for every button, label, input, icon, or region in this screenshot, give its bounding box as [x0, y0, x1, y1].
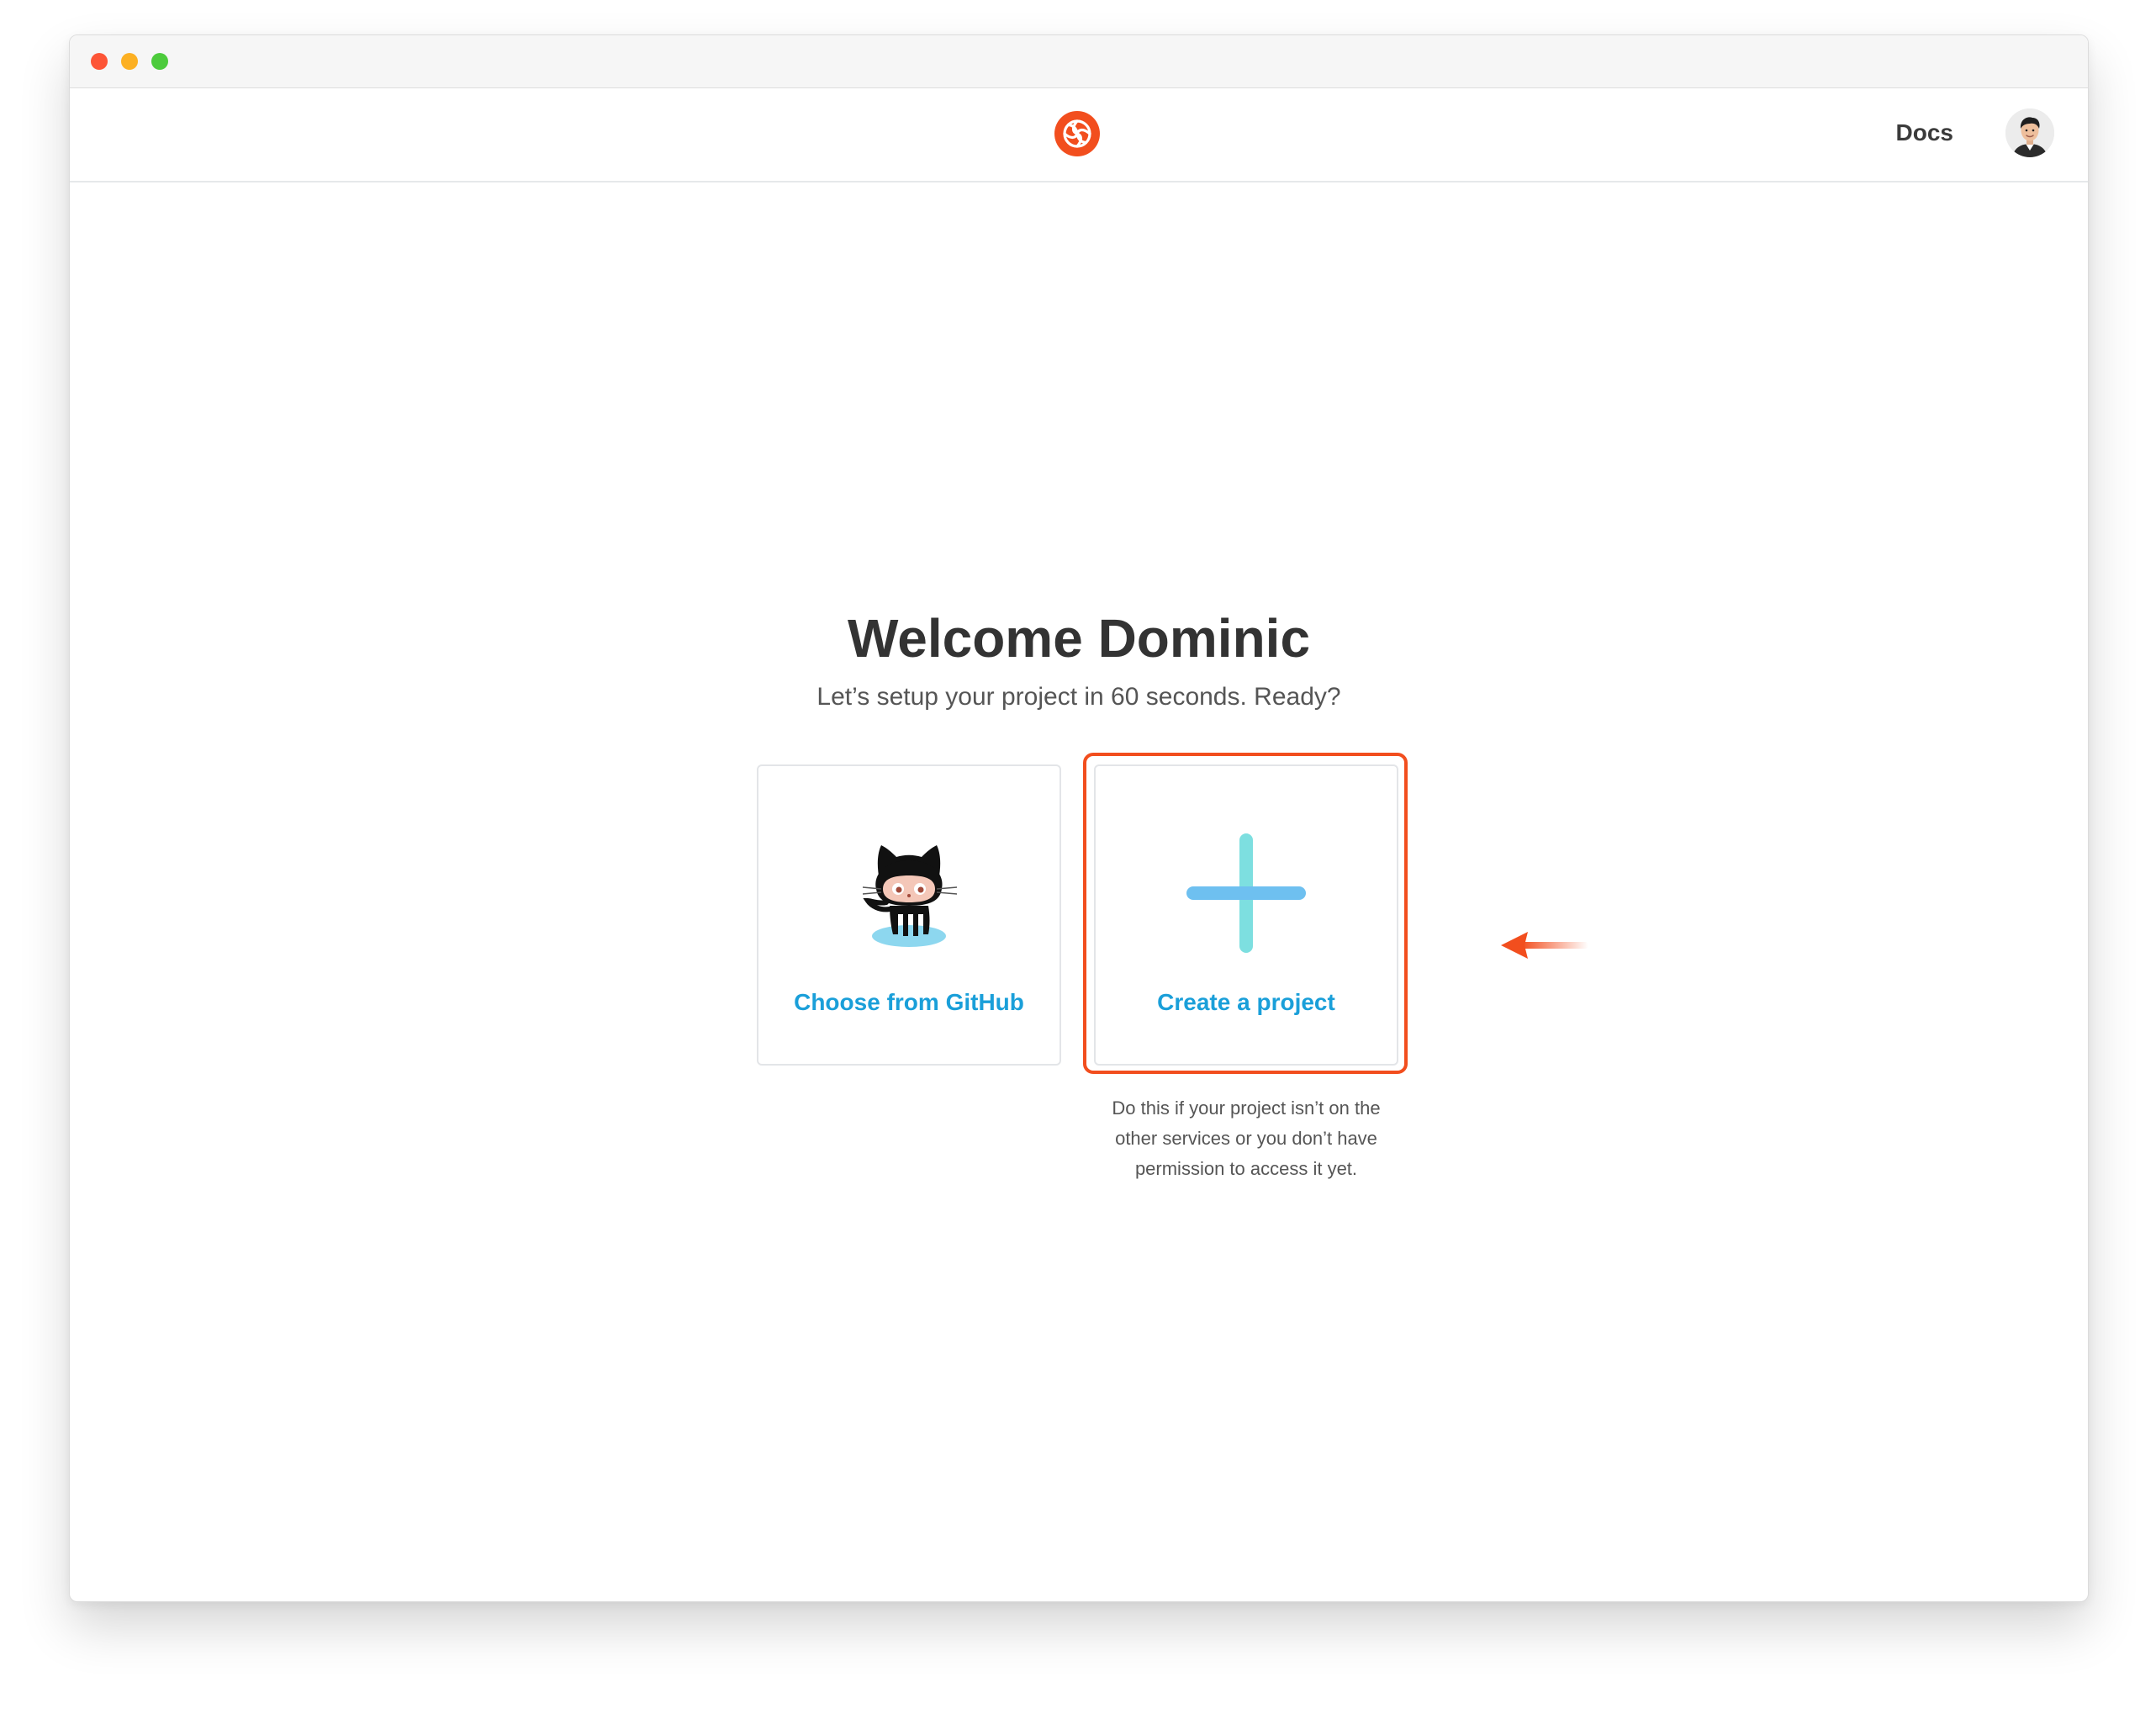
welcome-title: Welcome Dominic: [847, 608, 1311, 669]
minimize-window-button[interactable]: [121, 53, 138, 70]
choose-from-github-card[interactable]: Choose from GitHub: [757, 764, 1061, 1066]
create-project-helper-text: Do this if your project isn’t on the oth…: [1112, 1098, 1381, 1179]
plus-icon: [1186, 833, 1306, 953]
maximize-window-button[interactable]: [151, 53, 168, 70]
choose-from-github-label: Choose from GitHub: [794, 989, 1024, 1015]
app-header: Docs: [70, 88, 2088, 182]
octocat-icon: [862, 845, 958, 947]
create-project-card[interactable]: Create a project: [1094, 764, 1398, 1066]
create-project-label: Create a project: [1157, 989, 1335, 1015]
docs-link[interactable]: Docs: [1896, 119, 1953, 146]
browser-window: Docs Welcome Dominic Let’s setup your pr…: [69, 34, 2089, 1602]
avatar[interactable]: [2005, 108, 2054, 157]
arrow-left-icon: [1501, 932, 1588, 959]
welcome-subtitle: Let’s setup your project in 60 seconds. …: [816, 683, 1341, 711]
user-avatar-icon: [2005, 108, 2054, 157]
window-titlebar: [70, 35, 2088, 88]
close-window-button[interactable]: [91, 53, 108, 70]
brand-logo-icon[interactable]: [1054, 110, 1101, 157]
